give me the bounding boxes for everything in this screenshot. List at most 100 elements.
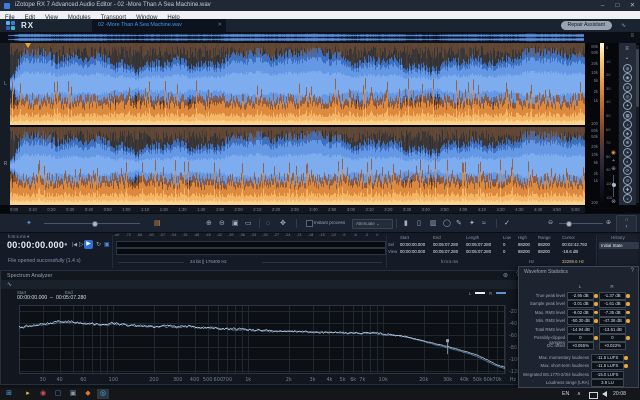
module-icon[interactable]: ✚ [623, 185, 632, 194]
close-button[interactable]: ✕ [625, 0, 640, 11]
gear-icon[interactable]: ⊛ [503, 272, 508, 279]
previous-button[interactable]: |◀ [72, 241, 77, 249]
magnify-tool-icon[interactable]: ◌ [266, 219, 270, 228]
vertical-scrollbar[interactable] [636, 45, 639, 203]
scrollbar-thumb[interactable] [636, 49, 639, 107]
spectrum-analyzer-title: Spectrum Analyzer [7, 273, 52, 279]
time-ruler-tick: 4:50 [553, 207, 561, 212]
panel-collapse-control[interactable]: ∩ ‹ [616, 215, 637, 233]
colorbar-tick: 40 [606, 99, 610, 104]
module-icon[interactable]: ◐ [623, 157, 632, 166]
horizontal-zoom-in-icon[interactable]: ⊕ [606, 219, 611, 228]
module-icon[interactable]: ✦ [623, 101, 632, 110]
play-button[interactable]: ▶ [84, 240, 93, 249]
blend-slider-knob[interactable] [92, 221, 98, 227]
minimize-button[interactable]: – [595, 0, 610, 11]
module-icon[interactable]: ⊘ [623, 83, 632, 92]
module-icon[interactable]: ⊙ [623, 176, 632, 185]
vertical-zoom-plus-icon[interactable]: + [609, 158, 618, 164]
time-ruler-tick: 1:30 [178, 207, 186, 212]
module-icon[interactable]: ▦ [623, 111, 632, 120]
spectrum-plot-canvas [3, 297, 523, 385]
output-monitor-icon[interactable]: ▣ [104, 241, 110, 249]
hand-tool-icon[interactable]: ✥ [280, 219, 286, 228]
loop-button[interactable]: ↻ [96, 241, 101, 249]
brush-tool-icon[interactable]: ✎ [456, 219, 462, 228]
module-icon[interactable]: ◍ [623, 64, 632, 73]
module-collapse-icon[interactable]: ⌄ [622, 54, 632, 62]
module-icon[interactable]: ☀ [623, 148, 632, 157]
maximize-button[interactable]: □ [610, 0, 625, 11]
taskbar-app-icon[interactable]: ▢ [52, 389, 64, 399]
selection-cell: 88200 [518, 249, 537, 254]
module-icon[interactable]: ❋ [623, 138, 632, 147]
zoom-out-icon[interactable]: ⊖ [219, 219, 225, 228]
zoom-in-icon[interactable]: ⊕ [206, 219, 212, 228]
horizontal-zoom-out-icon[interactable]: ⊖ [548, 219, 553, 228]
meter-tick: -21 [296, 233, 302, 237]
file-tab[interactable]: 02 -More Than A Sea Machine.wav ✕ [92, 19, 226, 33]
time-selection-tool-icon[interactable]: ▮ [404, 219, 408, 228]
history-item[interactable]: Initial State [599, 242, 639, 249]
magic-wand-tool-icon[interactable]: ✦ [469, 219, 475, 228]
speaker-tray-icon[interactable] [602, 391, 607, 397]
frequency-scale-right: 80k50k20k10k5k2k1k100 [585, 127, 599, 205]
confirm-selection-icon[interactable]: ✓ [504, 219, 510, 228]
play-selection-button[interactable]: ▷ [79, 241, 84, 249]
spectrogram-settings-icon[interactable]: ✦ [26, 219, 32, 228]
monitor-headphones-icon[interactable]: ∩ [56, 241, 60, 249]
help-icon[interactable]: ? [631, 268, 634, 274]
monitor-ear-icon[interactable]: ∩ [617, 216, 636, 224]
display-tray-icon[interactable] [589, 392, 598, 399]
title-bar: iZotope RX 7 Advanced Audio Editor - 02 … [0, 0, 640, 11]
warning-icon [594, 319, 598, 323]
taskbar-app-icon[interactable]: ◎ [97, 389, 109, 399]
repair-assistant-icon[interactable]: ∿ [621, 22, 626, 29]
start-button[interactable]: ⊞ [3, 389, 15, 399]
zoom-reset-icon[interactable]: ⊗ [609, 199, 618, 205]
bell-icon[interactable]: ◉ [609, 150, 618, 156]
instant-process-checkbox[interactable] [306, 220, 313, 227]
warning-icon [626, 311, 630, 315]
taskbar-app-icon[interactable]: ▣ [67, 389, 79, 399]
vertical-zoom-in-icon[interactable]: ⊕ [609, 166, 618, 172]
repair-assistant-button[interactable]: Repair Assistant [561, 21, 612, 30]
taskbar-app-icon[interactable]: ◉ [37, 389, 49, 399]
horizontal-zoom-knob[interactable] [566, 221, 572, 227]
spectrum-curve-icon[interactable]: ∿ [7, 281, 12, 288]
module-icon[interactable]: ◎ [623, 92, 632, 101]
lasso-tool-icon[interactable]: ◯ [443, 219, 451, 228]
record-button[interactable]: ● [64, 241, 68, 249]
tab-close-icon[interactable]: ✕ [217, 22, 222, 28]
waveform-layers-icon[interactable]: ▤ [154, 219, 161, 228]
stats-row: Total RMS level-14.94 dB-13.61 dB [519, 326, 640, 334]
module-icon[interactable]: ⟳ [623, 166, 632, 175]
collapse-chevron-icon[interactable]: ‹ [617, 224, 636, 231]
module-menu-icon[interactable]: ≡ [622, 45, 632, 53]
module-icon[interactable]: ◈ [623, 129, 632, 138]
zoom-selection-icon[interactable]: ▣ [232, 219, 239, 228]
instant-process-mode-dropdown[interactable]: Attenuate ⌄ [352, 219, 393, 229]
harmonic-selection-tool-icon[interactable]: ≈ [482, 219, 486, 228]
frequency-selection-tool-icon[interactable]: ▥ [430, 219, 437, 228]
tray-expand-icon[interactable]: ∧ [577, 391, 581, 397]
time-ruler-tick: 4:30 [515, 207, 523, 212]
module-icon[interactable]: ♪ [623, 120, 632, 129]
taskbar-app-icon[interactable]: ◆ [82, 389, 94, 399]
zoom-fit-icon[interactable]: ▭ [245, 219, 252, 228]
time-frequency-selection-tool-icon[interactable]: ▯ [417, 219, 421, 228]
selection-cell: 0 [503, 249, 517, 254]
waveform-spectrogram-canvas[interactable] [10, 43, 585, 205]
language-indicator[interactable]: EN [562, 391, 569, 397]
playhead-marker[interactable] [25, 43, 31, 48]
overview-menu-icon[interactable]: ≡ [630, 33, 634, 39]
taskbar-app-icon[interactable]: ▸ [22, 389, 34, 399]
level-meter-right [116, 248, 386, 255]
frequency-tick: 50k [591, 134, 598, 139]
vertical-zoom-slider-knob[interactable] [612, 183, 616, 187]
module-icon[interactable]: ◒ [623, 194, 632, 203]
overview-waveform-canvas[interactable] [8, 33, 584, 42]
app-icon [4, 3, 10, 9]
module-icon[interactable]: ◉ [623, 73, 632, 82]
warning-icon [624, 356, 628, 360]
